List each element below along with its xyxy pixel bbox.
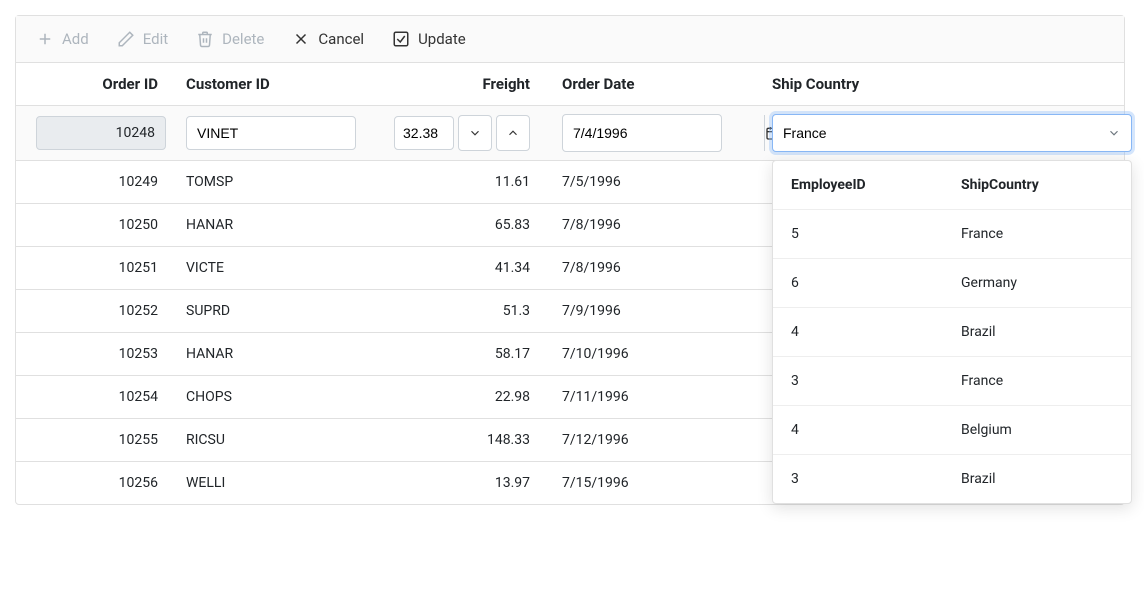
order-date-cell: 7/15/1996: [548, 475, 742, 491]
ship-country-input[interactable]: [783, 125, 1107, 141]
col-header-freight[interactable]: Freight: [362, 75, 548, 93]
option-employee-id: 4: [791, 324, 961, 340]
dropdown-option[interactable]: 6Germany: [773, 258, 1131, 307]
option-employee-id: 4: [791, 422, 961, 438]
order-date-cell: 7/11/1996: [548, 389, 742, 405]
update-label: Update: [418, 30, 466, 48]
customer-id-cell: TOMSP: [176, 174, 362, 190]
save-icon: [392, 30, 410, 48]
order-id-cell: 10251: [16, 260, 176, 276]
customer-id-cell: CHOPS: [176, 389, 362, 405]
col-header-order-date[interactable]: Order Date: [548, 75, 742, 93]
popup-col-ship-country: ShipCountry: [961, 177, 1113, 193]
order-date-cell: 7/8/1996: [548, 260, 742, 276]
customer-id-input[interactable]: [186, 116, 356, 150]
freight-cell: 41.34: [362, 260, 548, 276]
freight-cell: 22.98: [362, 389, 548, 405]
dropdown-option[interactable]: 5France: [773, 209, 1131, 258]
edit-button[interactable]: Edit: [117, 30, 168, 48]
chevron-down-icon: [468, 126, 482, 140]
x-icon: [292, 30, 310, 48]
trash-icon: [196, 30, 214, 48]
order-id-readonly: 10248: [36, 116, 166, 150]
dropdown-option[interactable]: 4Brazil: [773, 307, 1131, 356]
chevron-up-icon: [506, 126, 520, 140]
popup-header: EmployeeID ShipCountry: [773, 161, 1131, 209]
option-ship-country: Brazil: [961, 324, 1113, 340]
delete-button[interactable]: Delete: [196, 30, 264, 48]
freight-cell: 13.97: [362, 475, 548, 491]
order-id-cell: 10252: [16, 303, 176, 319]
freight-cell: 148.33: [362, 432, 548, 448]
delete-label: Delete: [222, 30, 264, 48]
pencil-icon: [117, 30, 135, 48]
order-id-cell: 10254: [16, 389, 176, 405]
order-date-cell: 7/10/1996: [548, 346, 742, 362]
col-header-ship-country[interactable]: Ship Country: [742, 75, 1122, 93]
edit-row: 10248: [16, 106, 1124, 161]
edit-label: Edit: [143, 30, 168, 48]
add-button[interactable]: Add: [36, 30, 89, 48]
option-employee-id: 6: [791, 275, 961, 291]
add-label: Add: [62, 30, 89, 48]
cancel-button[interactable]: Cancel: [292, 30, 364, 48]
option-ship-country: Germany: [961, 275, 1113, 291]
freight-decrement-button[interactable]: [458, 115, 492, 151]
popup-col-employee-id: EmployeeID: [791, 177, 961, 193]
option-employee-id: 5: [791, 226, 961, 242]
col-header-order-id[interactable]: Order ID: [16, 75, 176, 93]
order-date-cell: 7/12/1996: [548, 432, 742, 448]
customer-id-cell: RICSU: [176, 432, 362, 448]
plus-icon: [36, 30, 54, 48]
dropdown-option[interactable]: 4Belgium: [773, 405, 1131, 454]
customer-id-cell: SUPRD: [176, 303, 362, 319]
order-id-cell: 10256: [16, 475, 176, 491]
freight-cell: 65.83: [362, 217, 548, 233]
freight-cell: 11.61: [362, 174, 548, 190]
freight-increment-button[interactable]: [496, 115, 530, 151]
customer-id-cell: VICTE: [176, 260, 362, 276]
freight-cell: 58.17: [362, 346, 548, 362]
col-header-customer-id[interactable]: Customer ID: [176, 75, 362, 93]
order-date-cell: 7/8/1996: [548, 217, 742, 233]
customer-id-cell: HANAR: [176, 346, 362, 362]
order-id-cell: 10250: [16, 217, 176, 233]
option-ship-country: France: [961, 226, 1113, 242]
column-header-row: Order ID Customer ID Freight Order Date …: [16, 63, 1124, 106]
order-id-cell: 10253: [16, 346, 176, 362]
option-ship-country: Brazil: [961, 471, 1113, 487]
dropdown-option[interactable]: 3Brazil: [773, 454, 1131, 503]
customer-id-cell: WELLI: [176, 475, 362, 491]
cancel-label: Cancel: [318, 30, 364, 48]
customer-id-cell: HANAR: [176, 217, 362, 233]
option-ship-country: Belgium: [961, 422, 1113, 438]
option-employee-id: 3: [791, 471, 961, 487]
toolbar: Add Edit Delete Cancel Update: [16, 16, 1124, 63]
freight-cell: 51.3: [362, 303, 548, 319]
option-employee-id: 3: [791, 373, 961, 389]
option-ship-country: France: [961, 373, 1113, 389]
order-id-cell: 10255: [16, 432, 176, 448]
order-id-cell: 10249: [16, 174, 176, 190]
data-grid: Add Edit Delete Cancel Update: [15, 15, 1125, 505]
order-date-input[interactable]: [563, 115, 764, 151]
ship-country-dropdown[interactable]: [772, 114, 1132, 152]
order-date-cell: 7/5/1996: [548, 174, 742, 190]
chevron-down-icon[interactable]: [1107, 126, 1121, 140]
dropdown-popup: EmployeeID ShipCountry 5France6Germany4B…: [772, 160, 1132, 504]
freight-input[interactable]: [394, 116, 454, 150]
order-date-field[interactable]: [562, 114, 722, 152]
order-date-cell: 7/9/1996: [548, 303, 742, 319]
update-button[interactable]: Update: [392, 30, 466, 48]
dropdown-option[interactable]: 3France: [773, 356, 1131, 405]
